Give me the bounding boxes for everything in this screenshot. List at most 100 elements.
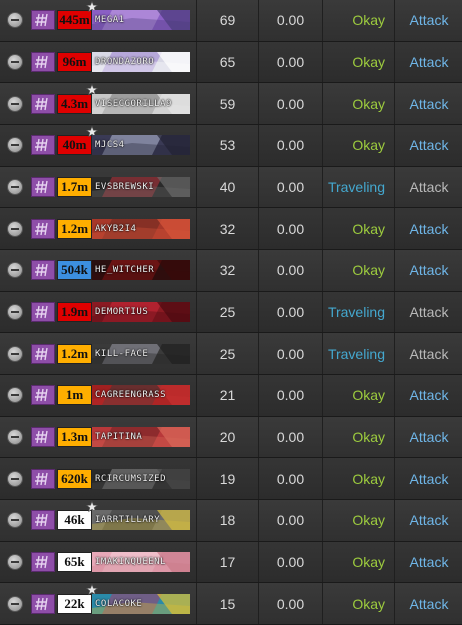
member-row: 620k RCIRCUMSIZED 19 0.00 Okay Attack [0,458,462,500]
member-name: AKYB2I4 [95,223,137,234]
remove-circle-icon[interactable] [8,96,22,111]
points-value: 0.00 [258,208,322,249]
status-text: Okay [322,541,393,583]
attack-link[interactable]: Attack [394,374,462,416]
faction-logo-icon[interactable] [31,385,55,406]
member-name-cell: 445m MEGA1 [0,0,192,41]
member-name-cell: 1.2m KILL-FACE [0,333,192,374]
remove-circle-icon[interactable] [8,13,22,28]
remove-circle-icon[interactable] [8,138,22,153]
remove-circle-icon[interactable] [8,596,22,611]
member-name-link[interactable]: IMAKINQUEENL [92,551,190,572]
member-name-link[interactable]: CAGREENGRASS [92,385,190,406]
faction-logo-icon[interactable] [31,343,55,364]
member-row: 504k HE_WITCHER 32 0.00 Okay Attack [0,249,462,292]
remove-circle-icon[interactable] [8,388,22,403]
member-name-link[interactable]: DEMORTIUS [92,301,190,322]
attack-link[interactable]: Attack [394,208,462,249]
member-name-link[interactable]: VISECGORILLA9 [92,93,190,114]
points-value: 0.00 [258,541,322,583]
remove-circle-icon[interactable] [8,54,22,69]
attack-link[interactable]: Attack [394,124,462,166]
points-value: 0.00 [258,333,322,374]
member-name-cell: 22k COLACOKE [0,583,192,624]
remove-circle-icon[interactable] [8,304,22,319]
member-name-link[interactable]: DRONDAZORO [92,51,190,72]
member-name-cell: 1.3m TAPITINA [0,417,192,458]
attack-link[interactable]: Attack [394,416,462,458]
bounty-badge: 1.9m [57,301,92,322]
attack-link[interactable]: Attack [394,458,462,499]
faction-logo-icon[interactable] [31,510,55,531]
member-name-link[interactable]: TAPITINA [92,426,190,447]
bounty-badge: 1.2m [57,218,92,239]
level-value: 20 [196,416,258,458]
attack-link[interactable]: Attack [394,583,462,624]
member-name: COLACOKE [95,598,143,609]
faction-logo-icon[interactable] [31,301,55,322]
faction-logo-icon[interactable] [31,176,55,197]
attack-link: Attack [394,166,462,208]
attack-link[interactable]: Attack [394,249,462,291]
level-value: 21 [196,374,258,416]
bounty-badge: 40m [57,135,92,156]
points-value: 0.00 [258,124,322,166]
member-name-link[interactable]: KILL-FACE [92,343,190,364]
faction-logo-icon[interactable] [31,551,55,572]
member-name-link[interactable]: MJCS4 [92,135,190,156]
member-name: IARRTILLARY [95,515,161,526]
member-name-link[interactable]: IARRTILLARY [92,510,190,531]
member-row: 22k COLACOKE 15 0.00 Okay Attack [0,583,462,625]
faction-logo-icon[interactable] [31,468,55,489]
level-value: 15 [196,583,258,624]
bounty-badge: 1.3m [57,426,92,447]
remove-circle-icon[interactable] [8,263,22,278]
member-name: DEMORTIUS [95,306,149,317]
faction-logo-icon[interactable] [31,218,55,239]
faction-logo-icon[interactable] [31,260,55,281]
remove-circle-icon[interactable] [8,429,22,444]
attack-link[interactable]: Attack [394,541,462,583]
member-row: 96m DRONDAZORO 65 0.00 Okay Attack [0,41,462,84]
level-value: 32 [196,208,258,249]
member-name-link[interactable]: HE_WITCHER [92,260,190,281]
bounty-badge: 620k [57,468,92,489]
faction-logo-icon[interactable] [31,593,55,614]
member-name-cell: 40m MJCS4 [0,125,192,166]
remove-circle-icon[interactable] [8,554,22,569]
member-name-link[interactable]: EVSBREWSKI [92,176,190,197]
level-value: 32 [196,249,258,291]
member-name-link[interactable]: RCIRCUMSIZED [92,468,190,489]
faction-logo-icon[interactable] [31,135,55,156]
faction-logo-icon[interactable] [31,93,55,114]
faction-logo-icon[interactable] [31,10,55,31]
bounty-badge: 1m [57,385,92,406]
status-text: Traveling [322,333,393,374]
member-name-link[interactable]: COLACOKE [92,593,190,614]
level-value: 25 [196,291,258,333]
attack-link[interactable]: Attack [394,41,462,83]
remove-circle-icon[interactable] [8,179,22,194]
member-row: 1.2m AKYB2I4 32 0.00 Okay Attack [0,208,462,250]
level-value: 40 [196,166,258,208]
remove-circle-icon[interactable] [8,346,22,361]
bounty-badge: 1.2m [57,343,92,364]
member-name: IMAKINQUEENL [95,556,167,567]
points-value: 0.00 [258,499,322,541]
member-row: 46k IARRTILLARY 18 0.00 Okay Attack [0,499,462,542]
member-name-link[interactable]: MEGA1 [92,10,190,31]
attack-link: Attack [394,333,462,374]
faction-logo-icon[interactable] [31,51,55,72]
bounty-badge: 22k [57,593,92,614]
status-text: Okay [322,249,393,291]
remove-circle-icon[interactable] [8,471,22,486]
faction-logo-icon[interactable] [31,426,55,447]
remove-circle-icon[interactable] [8,513,22,528]
attack-link[interactable]: Attack [394,83,462,124]
bounty-badge: 65k [57,551,92,572]
remove-circle-icon[interactable] [8,221,22,236]
attack-link[interactable]: Attack [394,499,462,541]
member-name-cell: 620k RCIRCUMSIZED [0,458,192,499]
attack-link[interactable]: Attack [394,0,462,41]
member-name-link[interactable]: AKYB2I4 [92,218,190,239]
